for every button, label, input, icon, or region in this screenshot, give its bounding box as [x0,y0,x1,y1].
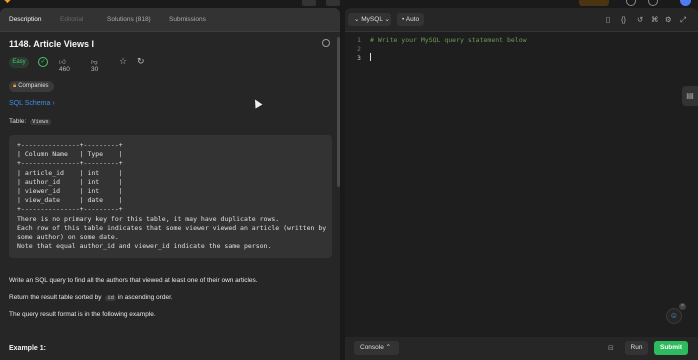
schema-code-block: +---------------+---------+ | Column Nam… [9,135,332,258]
run-button[interactable]: Run [625,341,648,355]
leetcode-logo[interactable]: ◆ [4,0,11,5]
example-heading: Example 1: [9,345,46,352]
notifications-icon[interactable] [626,0,636,6]
top-navbar: ◆ [0,0,698,8]
next-problem-button[interactable] [326,0,340,6]
language-label: MySQL [361,16,383,23]
code-comment-line[interactable]: # Write your MySQL query statement below [370,36,527,44]
line-number: 3 [357,54,361,62]
chat-button[interactable]: ☺ [666,308,682,324]
tab-solutions[interactable]: Solutions (818) [107,16,151,23]
p2-after: in ascending order. [117,294,173,301]
chat-icon: ☺ [669,311,679,320]
tab-editorial[interactable]: Editorial [60,16,83,23]
star-icon[interactable]: ☆ [119,56,127,67]
premium-button[interactable] [579,0,609,6]
like-button[interactable]: 👍︎ 460 [59,58,70,73]
lock-icon: 🔒︎ [13,83,17,89]
thumbs-up-icon: 👍︎ [59,59,66,66]
reset-icon[interactable]: ↺ [637,15,643,24]
bookmark-icon[interactable]: ▯ [606,15,610,24]
mode-label: Auto [405,16,420,23]
like-count: 460 [59,66,70,73]
description-paragraph-1: Write an SQL query to find all the autho… [9,277,258,284]
streak-icon[interactable] [648,0,658,6]
dislike-button[interactable]: 👎︎ 30 [91,58,98,73]
editor-toolbar: ⌄ MySQL ⌄ • Auto ▯ {} ↺ ⌘ ⚙ ⤢ [345,8,698,32]
braces-icon[interactable]: {} [621,15,626,24]
avatar[interactable] [680,0,691,6]
id-code: id [105,295,116,301]
text-caret [370,53,371,61]
auto-mode-toggle[interactable]: • Auto [397,13,424,26]
p2-before: Return the result table sorted by [9,294,102,301]
solved-check-icon: ✓ [38,57,48,67]
lock-small-icon: • [402,16,405,23]
document-icon: ▤ [686,91,694,100]
gear-icon[interactable]: ⚙ [665,15,672,24]
problem-title: 1148. Article Views I [9,39,95,49]
line-number: 2 [357,45,361,53]
chevron-up-icon: ⌃ [385,344,392,351]
fullscreen-icon[interactable]: ⤢ [680,15,686,25]
notes-side-tab[interactable]: ▤ [682,86,698,106]
chevron-right-icon: › [52,100,55,107]
shortcut-icon[interactable]: ⌘ [651,15,659,24]
console-label: Console [360,344,384,351]
settings-icon[interactable] [322,39,330,47]
scrollbar[interactable] [337,37,340,187]
editor-footer: Console ⌃ ⊟ Run Submit [345,337,698,360]
submit-button[interactable]: Submit [654,341,688,355]
companies-label: Companies [18,83,49,89]
table-prefix: Table: [9,118,27,125]
language-select[interactable]: ⌄ MySQL ⌄ [348,13,391,26]
dislike-count: 30 [91,66,99,73]
table-name-code: Views [30,119,51,125]
thumbs-down-icon: 👎︎ [91,59,98,66]
share-icon[interactable]: ↻ [137,56,145,67]
description-paragraph-3: The query result format is in the follow… [9,311,156,318]
sql-schema-label: SQL Schema [9,100,51,107]
difficulty-badge: Easy [9,57,29,68]
tab-submissions[interactable]: Submissions [169,16,206,23]
description-paragraph-2: Return the result table sorted by id in … [9,294,173,301]
console-toggle[interactable]: Console ⌃ [354,341,399,355]
problem-tabs: Description Editorial Solutions (818) Su… [0,8,340,32]
code-editor-panel: ⌄ MySQL ⌄ • Auto ▯ {} ↺ ⌘ ⚙ ⤢ 1 2 3 # Wr… [345,8,698,360]
line-number: 1 [357,36,361,44]
sql-schema-link[interactable]: SQL Schema › [9,100,55,107]
chevron-down-icon: ⌄ [384,16,390,23]
schema-text: +---------------+---------+ | Column Nam… [17,141,327,251]
table-label: Table: Views [9,118,51,125]
chevron-down-icon: ⌄ [354,16,360,23]
close-icon[interactable]: × [679,303,686,310]
problem-panel: Description Editorial Solutions (818) Su… [0,8,340,360]
tab-description[interactable]: Description [9,16,42,23]
prev-problem-button[interactable] [302,0,316,6]
companies-button[interactable]: 🔒︎ Companies [9,81,54,92]
upload-icon[interactable]: ⊟ [608,344,614,352]
